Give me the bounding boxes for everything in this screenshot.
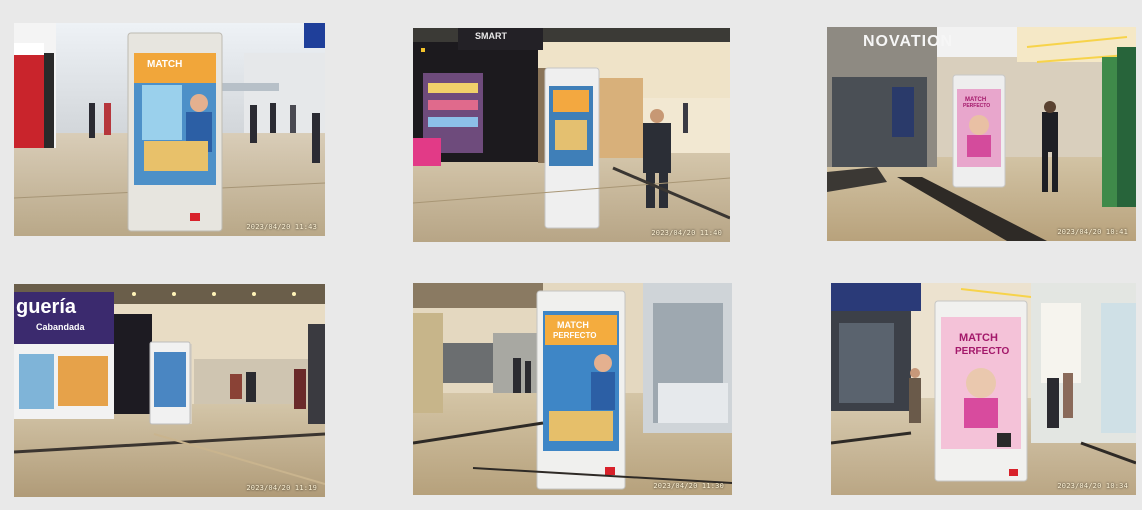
ad-headline: MATCH [557, 320, 589, 330]
photo-timestamp: 2023/04/20 11:30 [653, 482, 724, 490]
photo-mall-totem-4: guería Cabandada 2023/04/20 11:19 [14, 284, 325, 497]
photo-mall-totem-6: MATCH PERFECTO 2023/04/20 10:34 [831, 283, 1136, 495]
mall-scene-2 [413, 28, 730, 242]
store-sign: NOVATION [863, 33, 954, 50]
ad-headline: MATCH [959, 332, 998, 344]
mall-scene-5 [413, 283, 732, 495]
photo-timestamp: 2023/04/20 10:41 [1057, 228, 1128, 236]
photo-mall-totem-3: NOVATION MATCH PERFECTO 2023/04/20 10:41 [827, 27, 1136, 241]
photo-timestamp: 2023/04/20 11:19 [246, 484, 317, 492]
store-sign: SMART [475, 31, 507, 41]
mall-scene-3 [827, 27, 1136, 241]
mall-scene-6 [831, 283, 1136, 495]
ad-subline: PERFECTO [553, 331, 597, 340]
photo-timestamp: 2023/04/20 10:34 [1057, 482, 1128, 490]
photo-timestamp: 2023/04/20 11:43 [246, 223, 317, 231]
photo-mall-totem-2: SMART 2023/04/20 11:40 [413, 28, 730, 242]
store-sign: guería [16, 296, 77, 318]
ad-subline: PERFECTO [955, 346, 1010, 357]
ad-headline: MATCH [147, 59, 183, 70]
mall-scene-1 [14, 23, 325, 236]
photo-mall-totem-5: MATCH PERFECTO 2023/04/20 11:30 [413, 283, 732, 495]
photo-timestamp: 2023/04/20 11:40 [651, 229, 722, 237]
photo-mall-totem-1: MATCH 2023/04/20 11:43 [14, 23, 325, 236]
ad-subline: PERFECTO [963, 103, 991, 109]
store-sign-subtitle: Cabandada [36, 322, 85, 332]
